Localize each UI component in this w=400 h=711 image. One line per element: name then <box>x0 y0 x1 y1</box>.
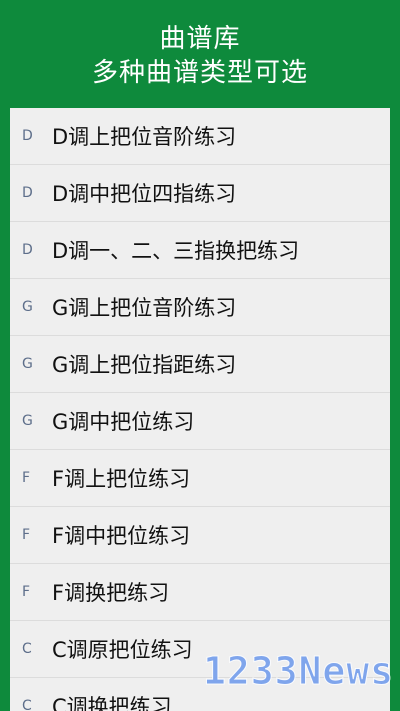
score-name: F调上把位练习 <box>52 467 191 491</box>
score-name: D调中把位四指练习 <box>52 182 237 206</box>
key-label: G <box>22 413 33 429</box>
page-subtitle: 多种曲谱类型可选 <box>91 58 308 88</box>
list-item[interactable]: G G调上把位音阶练习 <box>10 279 390 336</box>
key-label: D <box>22 128 33 144</box>
key-label: G <box>22 356 33 372</box>
key-label: C <box>22 641 32 657</box>
score-name: F调换把练习 <box>52 581 170 605</box>
list-item[interactable]: G G调上把位指距练习 <box>10 336 390 393</box>
score-list-panel: D D调上把位音阶练习 D D调中把位四指练习 D D调一、二、三指换把练习 G… <box>10 108 390 711</box>
list-item[interactable]: D D调上把位音阶练习 <box>10 108 390 165</box>
list-item[interactable]: G G调中把位练习 <box>10 393 390 450</box>
key-label: D <box>22 185 33 201</box>
list-item[interactable]: D D调中把位四指练习 <box>10 165 390 222</box>
key-label: F <box>22 584 31 600</box>
list-item[interactable]: F F调中把位练习 <box>10 507 390 564</box>
page-title: 曲谱库 <box>159 24 241 54</box>
score-name: C调换把练习 <box>52 695 172 711</box>
score-name: G调中把位练习 <box>52 410 195 434</box>
list-item[interactable]: C C调原把位练习 <box>10 621 390 678</box>
list-item[interactable]: F F调换把练习 <box>10 564 390 621</box>
score-name: G调上把位指距练习 <box>52 353 237 377</box>
key-label: C <box>22 698 32 711</box>
key-label: F <box>22 470 31 486</box>
score-name: G调上把位音阶练习 <box>52 296 237 320</box>
list-item[interactable]: D D调一、二、三指换把练习 <box>10 222 390 279</box>
list-item[interactable]: C C调换把练习 <box>10 678 390 711</box>
score-name: D调上把位音阶练习 <box>52 125 237 149</box>
score-name: C调原把位练习 <box>52 638 193 662</box>
header: 曲谱库 多种曲谱类型可选 <box>0 0 400 108</box>
score-list: D D调上把位音阶练习 D D调中把位四指练习 D D调一、二、三指换把练习 G… <box>10 108 390 711</box>
score-name: D调一、二、三指换把练习 <box>52 239 300 263</box>
score-name: F调中把位练习 <box>52 524 191 548</box>
key-label: F <box>22 527 31 543</box>
app-screen: 曲谱库 多种曲谱类型可选 D D调上把位音阶练习 D D调中把位四指练习 D D… <box>0 0 400 711</box>
key-label: G <box>22 299 33 315</box>
key-label: D <box>22 242 33 258</box>
list-item[interactable]: F F调上把位练习 <box>10 450 390 507</box>
